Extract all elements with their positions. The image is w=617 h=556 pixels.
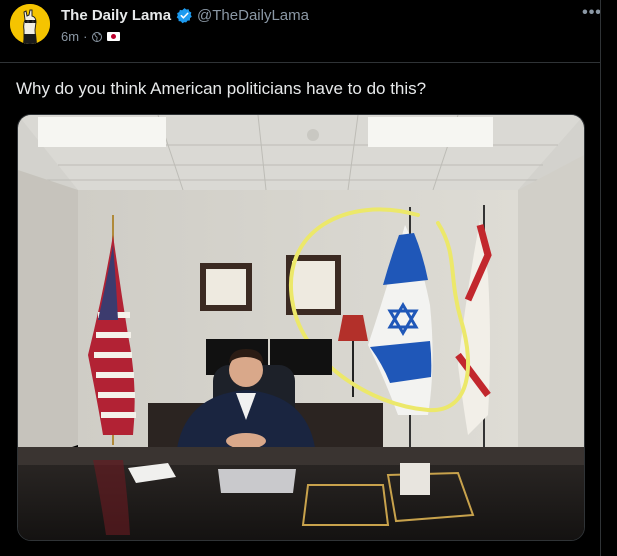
- post-photo[interactable]: [17, 114, 585, 541]
- verified-badge-icon: [176, 8, 192, 24]
- post-meta: 6m ·: [61, 29, 121, 44]
- author-name-row: The Daily Lama @TheDailyLama: [61, 7, 309, 24]
- globe-icon: [92, 31, 103, 42]
- llama-avatar-icon: [10, 4, 50, 44]
- meta-separator: ·: [83, 29, 88, 44]
- more-options-icon[interactable]: •••: [577, 4, 607, 26]
- office-photo-image: [18, 115, 584, 540]
- japan-flag-icon: [107, 32, 121, 41]
- author-handle[interactable]: @TheDailyLama: [197, 7, 309, 24]
- author-name[interactable]: The Daily Lama: [61, 7, 171, 24]
- post-header: The Daily Lama @TheDailyLama 6m · •••: [0, 0, 601, 63]
- post-timestamp[interactable]: 6m: [61, 29, 79, 44]
- author-avatar[interactable]: [10, 4, 50, 44]
- timeline-divider: [600, 0, 601, 556]
- post-text: Why do you think American politicians ha…: [16, 79, 427, 98]
- post-card: The Daily Lama @TheDailyLama 6m · ••• Wh…: [0, 0, 601, 556]
